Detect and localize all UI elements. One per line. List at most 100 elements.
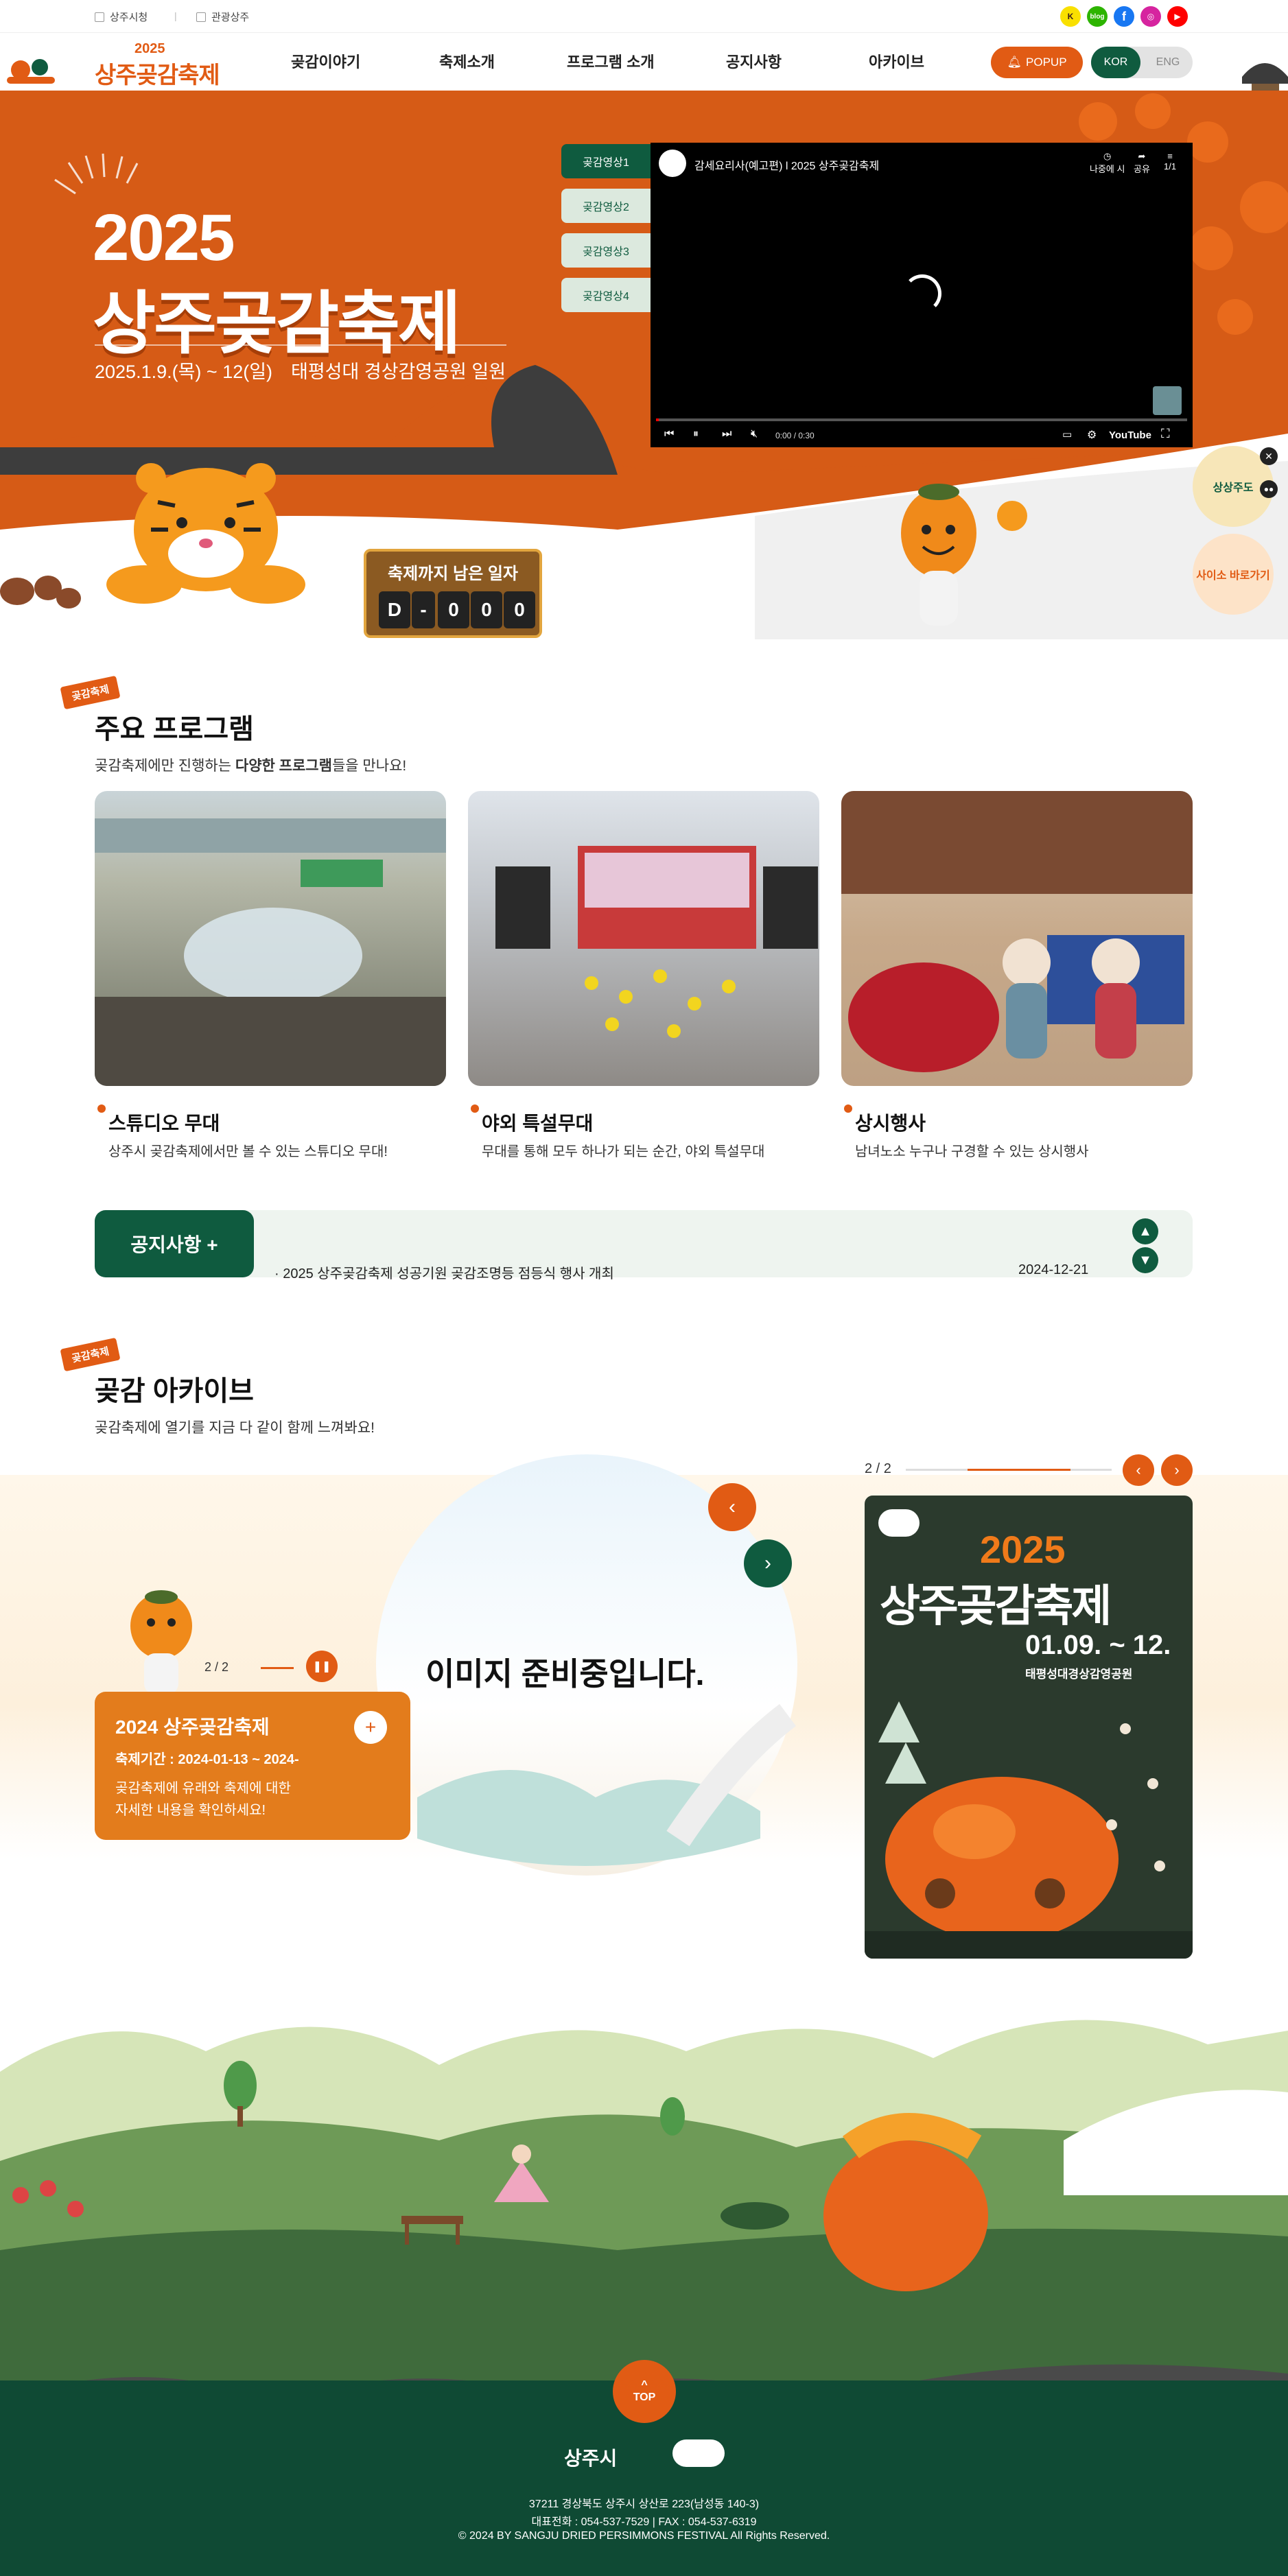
loading-spinner-icon: [903, 274, 941, 313]
poster-pager: 2 / 2: [865, 1461, 891, 1476]
program-title-regular[interactable]: 상시행사: [855, 1109, 926, 1136]
notice-up-icon[interactable]: ▲: [1132, 1218, 1158, 1244]
captions-icon[interactable]: ▭: [1062, 428, 1072, 440]
footer-org-logo[interactable]: 상주시: [564, 2444, 617, 2471]
youtube-logo[interactable]: YouTube: [1109, 429, 1151, 441]
blog-icon[interactable]: blog: [1087, 6, 1108, 27]
archive-card-pager-bar: [261, 1667, 294, 1669]
program-image-studio[interactable]: [95, 791, 446, 1086]
dday-char: -: [412, 591, 435, 628]
util-divider: |: [174, 10, 177, 21]
nav-item-notice[interactable]: 공지사항: [726, 50, 782, 72]
channel-avatar[interactable]: [659, 150, 686, 177]
festival-poster[interactable]: 2025 상주곶감축제 01.09. ~ 12. 태평성대경상감영공원: [865, 1496, 1193, 1959]
program-desc-regular: 남녀노소 누구나 구경할 수 있는 상시행사: [855, 1144, 1089, 1159]
poster-name: 상주곶감축제: [880, 1581, 1112, 1631]
util-link-city[interactable]: 상주시청: [95, 10, 148, 24]
persimmon-mascot-icon: [130, 1590, 192, 1694]
mute-icon[interactable]: 🔇︎: [751, 428, 758, 440]
tab-video-3[interactable]: 곶감영상3: [561, 233, 651, 268]
program-title-outdoor[interactable]: 야외 특설무대: [482, 1109, 593, 1136]
top-utility-bar: 상주시청 | 관광상주 K blog f ◎ ▶: [0, 0, 1288, 33]
pause-icon[interactable]: ❚❚: [306, 1651, 338, 1682]
poster-progress-track: [906, 1469, 1112, 1471]
program-desc-studio: 상주시 곶감축제에서만 볼 수 있는 스튜디오 무대!: [108, 1144, 388, 1159]
youtube-icon[interactable]: ▶: [1167, 6, 1188, 27]
tab-video-1[interactable]: 곶감영상1: [561, 144, 651, 178]
prev-icon[interactable]: ⏮: [664, 428, 674, 440]
outdoor-stage-photo: [495, 846, 818, 1038]
settings-gear-icon[interactable]: ⚙: [1087, 428, 1097, 442]
bell-icon: 🔔︎: [1007, 56, 1022, 69]
poster-progress-fill: [968, 1469, 1070, 1471]
next-icon[interactable]: ⏭: [722, 428, 731, 440]
dday-digit: 0: [504, 591, 535, 628]
sangsangjudo-logo[interactable]: [672, 2439, 725, 2467]
hero-venue: 태평성대 경상감영공원 일원: [291, 362, 506, 382]
watch-later-button[interactable]: ◷ 나중에 시: [1090, 151, 1125, 175]
archive-next-icon[interactable]: ›: [744, 1539, 792, 1587]
footer-address: 37211 경상북도 상주시 상산로 223(남성동 140-3): [528, 2498, 760, 2510]
festival-logo[interactable]: 2025 상주곶감축제: [0, 36, 220, 88]
notice-more-button[interactable]: 공지사항 +: [95, 1210, 254, 1277]
nav-item-festival[interactable]: 축제소개: [439, 50, 495, 72]
notice-down-icon[interactable]: ▼: [1132, 1247, 1158, 1273]
playlist-icon: ≡: [1167, 151, 1173, 161]
program-image-regular[interactable]: [841, 791, 1193, 1086]
nav-item-story[interactable]: 곶감이야기: [291, 50, 360, 72]
programs-title: 주요 프로그램: [95, 714, 254, 744]
archive-prev-icon[interactable]: ‹: [708, 1483, 756, 1531]
scroll-top-button[interactable]: ^ TOP: [613, 2360, 676, 2423]
external-link-icon: [95, 12, 104, 22]
archive-card-desc: 자세한 내용을 확인하세요!: [115, 1803, 266, 1818]
archive-card-period: 축제기간 : 2024-01-13 ~ 2024-: [115, 1752, 299, 1767]
program-image-outdoor[interactable]: [468, 791, 819, 1086]
chevron-up-icon: ^: [641, 2379, 648, 2391]
share-button[interactable]: ➦ 공유: [1134, 151, 1150, 175]
nav-item-archive[interactable]: 아카이브: [869, 50, 924, 72]
progress-bar[interactable]: [656, 418, 1187, 421]
dday-counter: 축제까지 남은 일자 D - 0 0 0: [364, 549, 542, 638]
programs-desc: 곶감축제에만 진행하는 다양한 프로그램들을 만나요!: [95, 758, 407, 774]
lang-kor-button[interactable]: KOR: [1091, 47, 1140, 78]
poster-illustration: [865, 1701, 1193, 1959]
close-badge-icon[interactable]: ✕: [1260, 447, 1278, 465]
archive-card-title: 2024 상주곶감축제: [115, 1716, 270, 1738]
clock-icon: ◷: [1103, 151, 1112, 161]
poster-prev-icon[interactable]: ‹: [1123, 1454, 1154, 1486]
archive-card[interactable]: 2024 상주곶감축제 + 축제기간 : 2024-01-13 ~ 2024- …: [95, 1692, 410, 1840]
saiso-badge[interactable]: 사이소 바로가기: [1193, 534, 1274, 615]
video-title: 감세요리사(예고편) l 2025 상주곶감축제: [694, 161, 880, 172]
plus-icon[interactable]: +: [354, 1711, 387, 1744]
poster-date: 01.09. ~ 12.: [1025, 1630, 1171, 1660]
instagram-icon[interactable]: ◎: [1140, 6, 1161, 27]
lang-eng-button[interactable]: ENG: [1143, 47, 1193, 78]
nav-item-program[interactable]: 프로그램 소개: [567, 50, 655, 72]
footer-phone: 대표전화 : 054-537-7529 | FAX : 054-537-6319: [531, 2516, 757, 2528]
archive-card-pager: 2 / 2: [204, 1660, 229, 1674]
tab-video-2[interactable]: 곶감영상2: [561, 189, 651, 223]
program-desc-outdoor: 무대를 통해 모두 하나가 되는 순간, 야외 특설무대: [482, 1144, 765, 1159]
tab-video-4[interactable]: 곶감영상4: [561, 278, 651, 312]
facebook-icon[interactable]: f: [1114, 6, 1134, 27]
pause-icon[interactable]: ⏸: [693, 428, 699, 440]
notice-item[interactable]: · 2025 상주곶감축제 성공기원 곶감조명등 점등식 행사 개최: [274, 1262, 614, 1282]
language-toggle: KOR ENG: [1091, 47, 1193, 78]
util-link-tour[interactable]: 관광상주: [196, 10, 249, 24]
logo-year: 2025: [134, 41, 165, 56]
section-tag: 곶감축제: [60, 1337, 121, 1372]
section-tag: 곶감축제: [60, 675, 121, 710]
popup-button[interactable]: 🔔︎ POPUP: [991, 47, 1083, 78]
regular-event-photo: [841, 791, 1193, 1072]
kakao-icon[interactable]: K: [1060, 6, 1081, 27]
bullet-dot-icon: [471, 1104, 479, 1113]
poster-emblem: [878, 1509, 920, 1537]
playlist-button[interactable]: ≡ 1/1: [1164, 151, 1176, 172]
program-title-studio[interactable]: 스튜디오 무대: [108, 1109, 220, 1136]
fullscreen-icon[interactable]: ⛶: [1161, 427, 1170, 441]
chatbot-icon[interactable]: ●●: [1260, 480, 1278, 498]
youtube-player[interactable]: ◷ 나중에 시 ➦ 공유 ≡ 1/1 ⏮ ⏸ ⏭ 🔇︎ 0:00 / 0:30 ▭ ⚙…: [651, 143, 1193, 447]
logo-name: 상주곶감축제: [95, 62, 220, 88]
poster-next-icon[interactable]: ›: [1161, 1454, 1193, 1486]
video-time: 0:00 / 0:30: [775, 431, 815, 440]
